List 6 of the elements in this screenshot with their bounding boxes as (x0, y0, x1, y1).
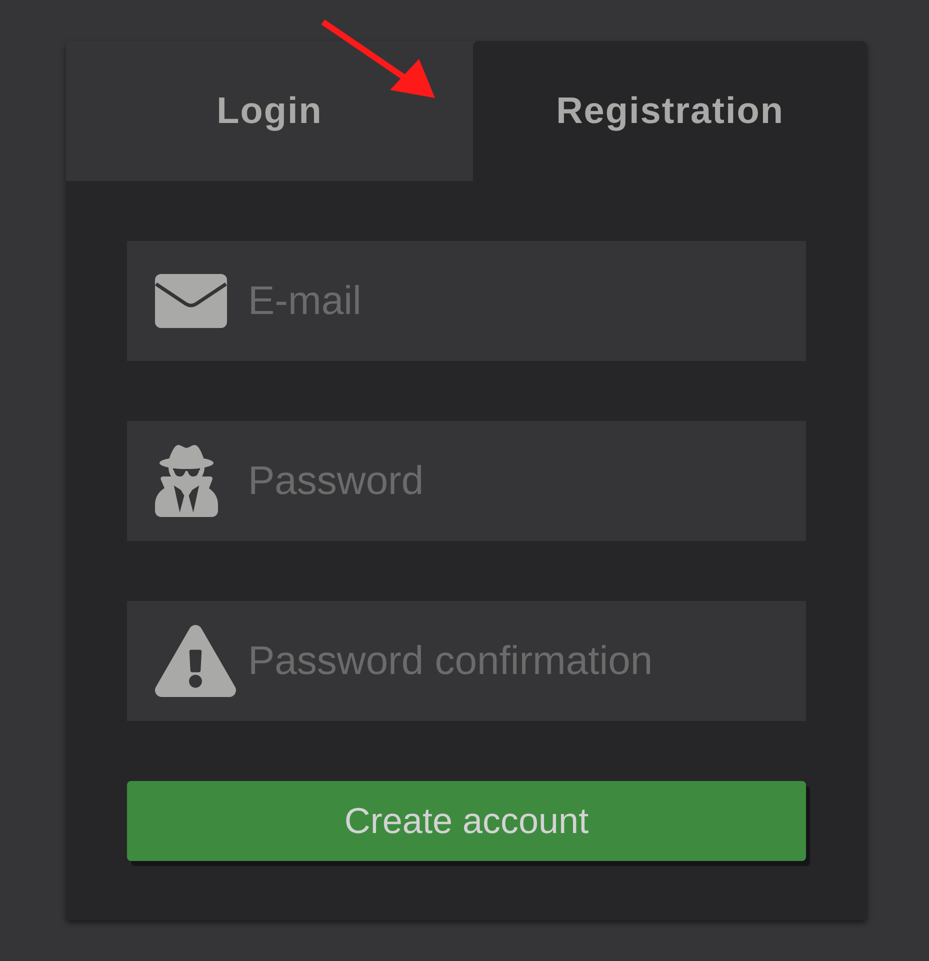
warning-icon (155, 625, 236, 697)
tab[interactable]: Login (66, 41, 473, 181)
create-account-button[interactable]: Create account (127, 781, 806, 861)
tab[interactable]: Registration (473, 41, 867, 181)
envelope-icon (155, 274, 227, 328)
spy-icon (155, 445, 218, 517)
